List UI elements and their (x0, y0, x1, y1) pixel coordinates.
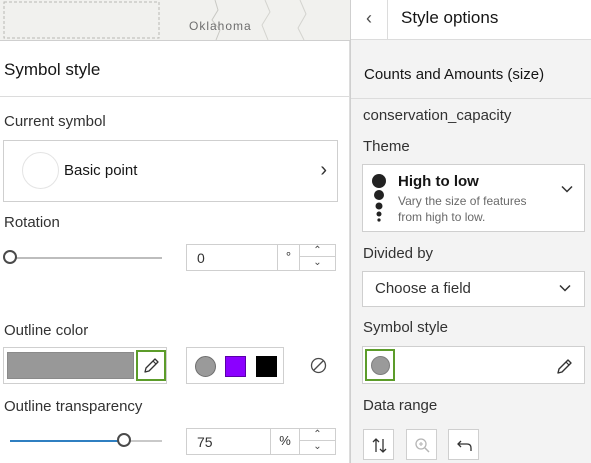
color-swatch-group (186, 347, 284, 384)
outline-color-label: Outline color (4, 322, 89, 339)
theme-description: Vary the size of features from high to l… (398, 194, 527, 224)
data-range-label: Data range (363, 397, 438, 414)
transparency-stepper[interactable]: ⌃ ⌄ (299, 429, 335, 454)
gray-circle-symbol-icon (371, 356, 390, 375)
style-options-header: ‹ Style options (351, 0, 591, 40)
map-view[interactable]: Oklahoma (0, 0, 350, 40)
style-options-panel: ‹ Style options Counts and Amounts (size… (350, 0, 591, 463)
current-symbol-button[interactable]: Basic point › (3, 140, 338, 202)
stepper-down-icon[interactable]: ⌄ (300, 257, 335, 269)
subtitle-divider (351, 98, 591, 99)
swatch-purple[interactable] (225, 356, 246, 377)
swap-icon (372, 438, 387, 453)
symbol-style-field[interactable] (362, 346, 585, 384)
outline-color-preview (7, 352, 134, 379)
panel-title: Symbol style (4, 60, 101, 79)
outline-transparency-label: Outline transparency (4, 398, 143, 415)
chevron-left-icon: ‹ (366, 8, 372, 28)
stepper-down-icon[interactable]: ⌄ (300, 441, 335, 453)
chevron-down-icon (559, 284, 571, 292)
current-symbol-value: Basic point (64, 162, 138, 179)
rotation-value: 0 (197, 250, 205, 266)
field-name: conservation_capacity (363, 107, 512, 124)
map-background (3, 0, 307, 40)
back-button[interactable]: ‹ (351, 0, 388, 40)
stepper-up-icon[interactable]: ⌃ (300, 245, 335, 257)
divided-by-value: Choose a field (375, 280, 471, 297)
no-color-icon[interactable] (309, 356, 328, 375)
undo-button[interactable] (448, 429, 479, 460)
high-to-low-icon (372, 174, 386, 222)
pencil-icon[interactable] (555, 356, 575, 376)
symbol-style-label: Symbol style (363, 319, 449, 336)
zoom-icon (415, 438, 430, 453)
pencil-icon (144, 358, 159, 373)
transparency-slider-thumb[interactable] (117, 433, 131, 447)
style-options-title: Style options (401, 8, 499, 27)
divided-by-select[interactable]: Choose a field (362, 271, 585, 307)
current-symbol-label: Current symbol (4, 113, 106, 130)
theme-label: Theme (363, 138, 410, 155)
rotation-stepper[interactable]: ⌃ ⌄ (299, 245, 335, 270)
symbol-preview-icon (22, 152, 59, 189)
style-type-title: Counts and Amounts (size) (364, 66, 545, 83)
chevron-down-icon (561, 185, 573, 193)
swatch-gray[interactable] (195, 356, 216, 377)
swatch-black[interactable] (256, 356, 277, 377)
transparency-slider-fill (10, 440, 124, 442)
zoom-button[interactable] (406, 429, 437, 460)
transparency-unit: % (270, 429, 299, 454)
rotation-unit: ° (277, 245, 299, 270)
rotation-input[interactable]: 0 ° ⌃ ⌄ (186, 244, 336, 271)
divided-by-label: Divided by (363, 245, 434, 262)
outline-color-field[interactable] (3, 347, 167, 384)
symbol-style-panel: Symbol style Current symbol Basic point … (0, 40, 350, 463)
chevron-right-icon: › (320, 159, 327, 181)
rotation-slider-track[interactable] (10, 257, 162, 259)
rotation-label: Rotation (4, 214, 60, 231)
symbol-preview-button[interactable] (365, 349, 395, 381)
transparency-input[interactable]: 75 % ⌃ ⌄ (186, 428, 336, 455)
transparency-value: 75 (197, 434, 213, 450)
header-divider (0, 96, 349, 97)
swap-button[interactable] (363, 429, 394, 460)
edit-color-button[interactable] (136, 350, 166, 381)
stepper-up-icon[interactable]: ⌃ (300, 429, 335, 441)
theme-title: High to low (398, 173, 479, 190)
map-state-label: Oklahoma (189, 19, 252, 33)
undo-icon (457, 440, 472, 451)
rotation-slider-thumb[interactable] (3, 250, 17, 264)
theme-select[interactable]: High to low Vary the size of features fr… (362, 164, 585, 232)
